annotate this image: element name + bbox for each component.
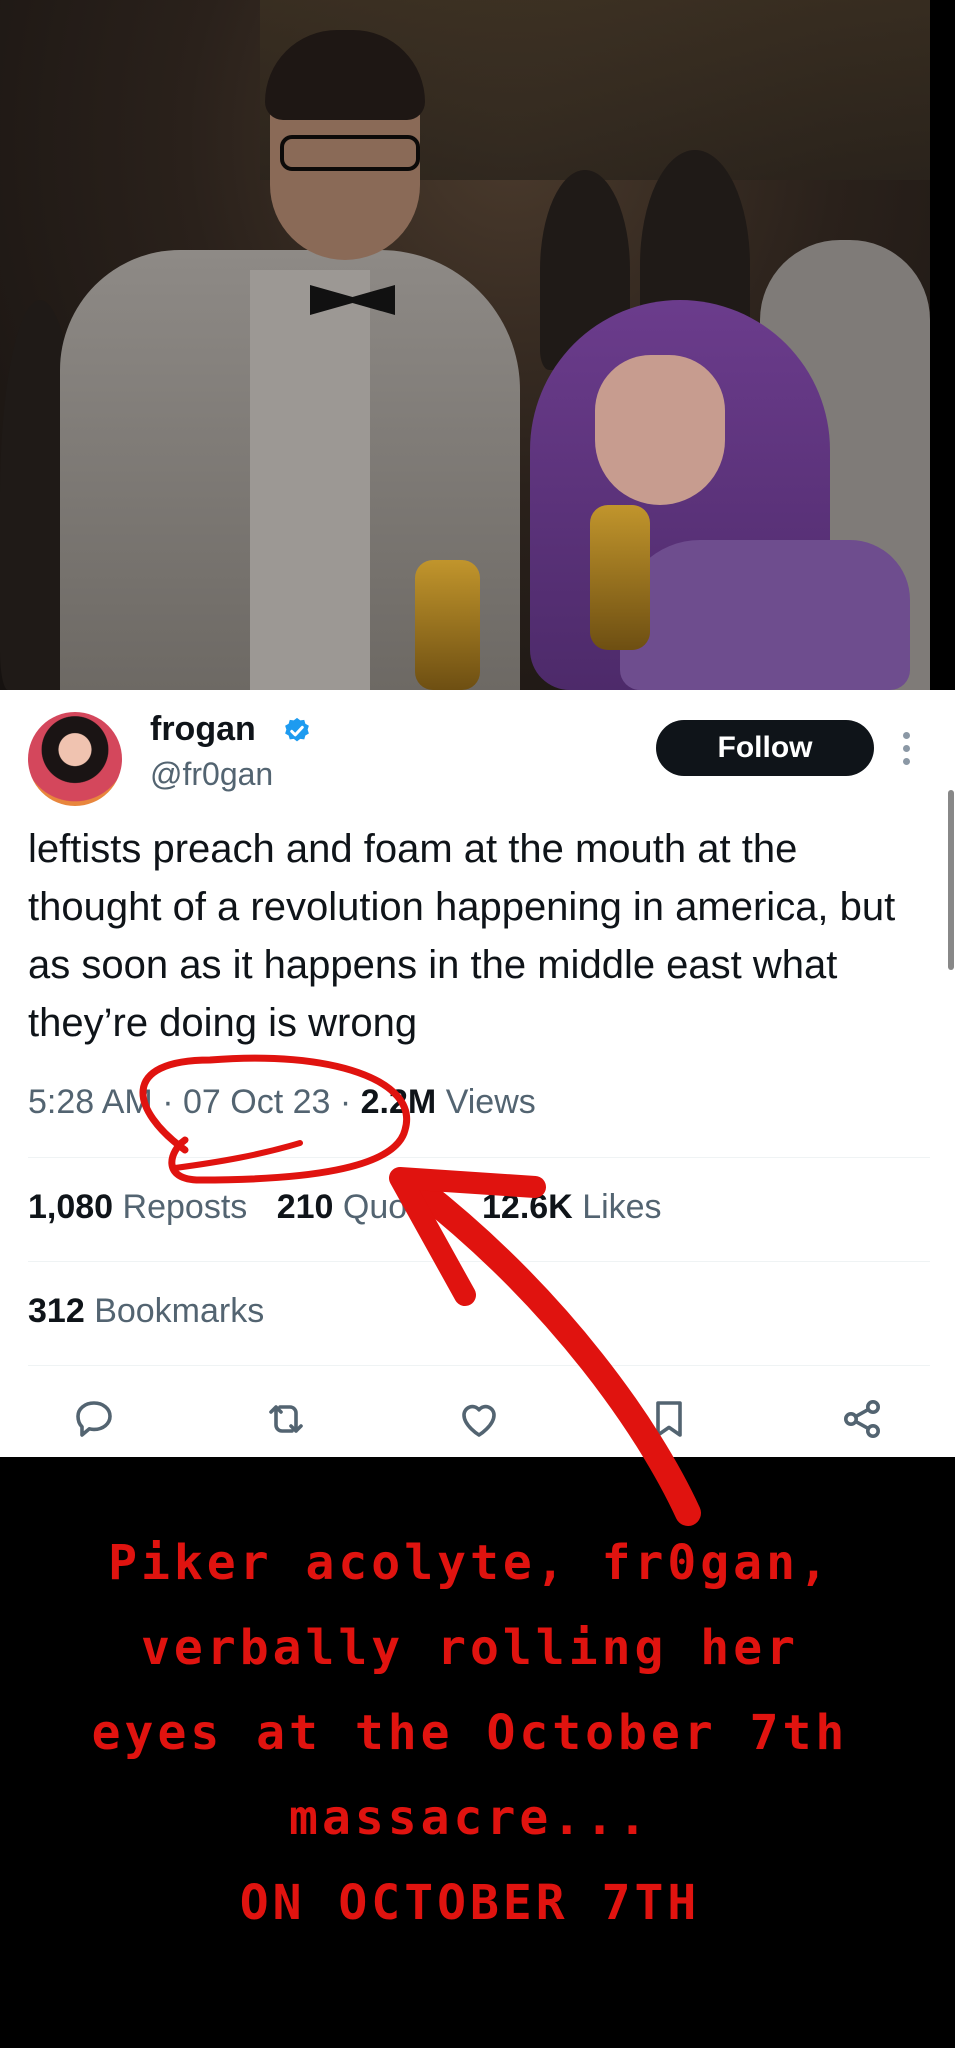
stat-count: 12.6K xyxy=(482,1188,573,1226)
views-label: Views xyxy=(445,1083,536,1121)
stat-count: 210 xyxy=(276,1188,334,1226)
divider xyxy=(28,1261,930,1262)
glasses xyxy=(280,135,420,171)
verified-badge-icon xyxy=(285,717,309,742)
divider xyxy=(28,1365,930,1366)
stat-label: Bookmarks xyxy=(94,1292,265,1330)
caption-line: verbally rolling her xyxy=(141,1620,799,1676)
follow-button[interactable]: Follow xyxy=(656,720,874,776)
stat-label: Likes xyxy=(582,1188,662,1226)
tweet-date[interactable]: 07 Oct 23 xyxy=(183,1083,330,1121)
bookmarks-stat[interactable]: 312 Bookmarks xyxy=(28,1292,264,1331)
caption-line: massacre... xyxy=(289,1790,651,1846)
stat-count: 312 xyxy=(28,1292,85,1330)
caption-overlay: Piker acolyte, fr0gan, verbally rolling … xyxy=(0,1457,955,2048)
tweet-text: leftists preach and foam at the mouth at… xyxy=(28,827,896,1045)
reposts-stat[interactable]: 1,080 Reposts xyxy=(28,1188,247,1227)
share-icon[interactable] xyxy=(838,1395,886,1443)
stat-count: 1,080 xyxy=(28,1188,114,1226)
tweet-meta: 5:28 AM · 07 Oct 23 · 2.2M Views xyxy=(28,1083,536,1122)
stat-label: Quotes xyxy=(342,1188,453,1226)
views-count: 2.2M xyxy=(360,1083,437,1121)
scrollbar[interactable] xyxy=(948,790,954,970)
repost-icon[interactable] xyxy=(262,1395,310,1443)
tweet-media-photo[interactable] xyxy=(0,0,930,690)
trophy-icon xyxy=(590,505,650,650)
reply-icon[interactable] xyxy=(70,1395,118,1443)
caption-line: Piker acolyte, fr0gan, xyxy=(108,1535,832,1591)
likes-stat[interactable]: 12.6K Likes xyxy=(482,1188,662,1227)
divider xyxy=(28,1157,930,1158)
engagement-stats: 1,080 Reposts 210 Quotes 12.6K Likes xyxy=(28,1188,682,1227)
stat-label: Reposts xyxy=(122,1188,248,1226)
avatar[interactable] xyxy=(28,712,122,806)
like-icon[interactable] xyxy=(455,1395,503,1443)
quotes-stat[interactable]: 210 Quotes xyxy=(277,1188,453,1227)
caption-line: eyes at the October 7th xyxy=(91,1705,849,1761)
tweet-time[interactable]: 5:28 AM xyxy=(28,1083,153,1121)
woman-sleeve xyxy=(620,540,910,690)
trophy-icon xyxy=(415,560,480,690)
caption-line: ON OCTOBER 7TH xyxy=(239,1875,701,1931)
meta-separator: · xyxy=(339,1083,352,1121)
more-options-icon[interactable] xyxy=(903,732,911,768)
tweet-card: frogan @fr0gan Follow leftists preach an… xyxy=(0,690,955,1457)
man-shirt xyxy=(250,270,370,690)
author-display-name[interactable]: frogan xyxy=(150,710,256,749)
woman-face xyxy=(595,355,725,505)
author-handle[interactable]: @fr0gan xyxy=(150,756,273,793)
bookmark-icon[interactable] xyxy=(645,1395,693,1443)
meta-separator: · xyxy=(162,1083,174,1121)
